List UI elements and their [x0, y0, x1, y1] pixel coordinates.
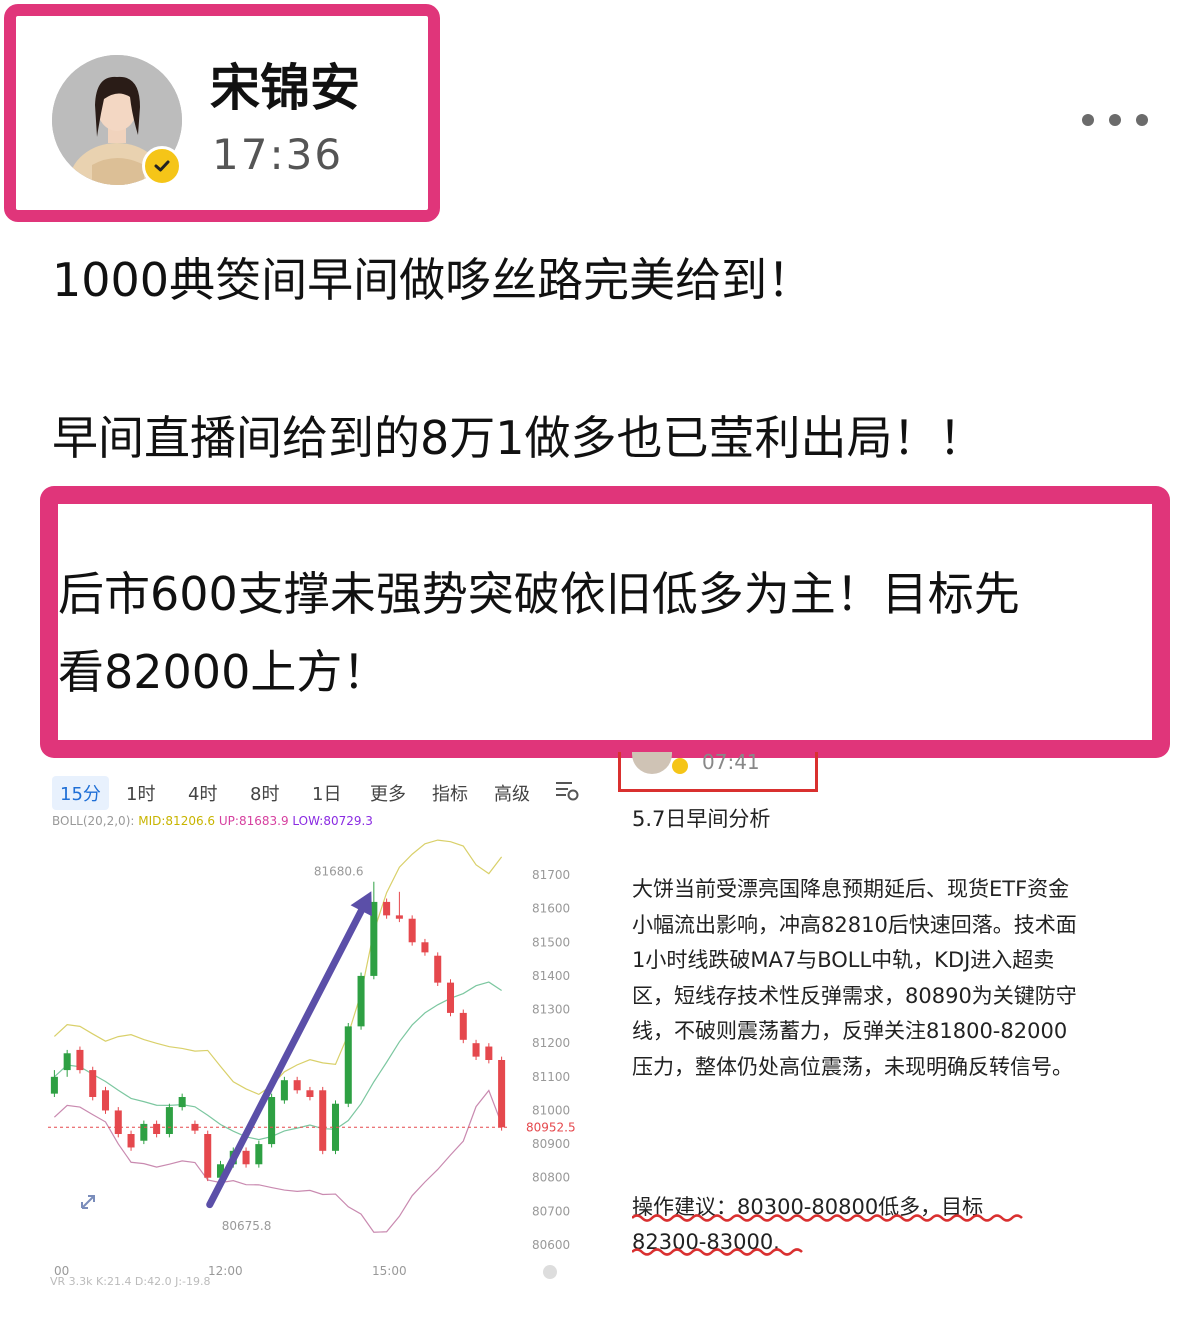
tab-indicators[interactable]: 指标 [424, 776, 476, 810]
analysis-title: 5.7日早间分析 [632, 807, 771, 831]
candle-body [255, 1144, 263, 1165]
candle-body [319, 1090, 327, 1151]
y-tick-label: 80900 [532, 1137, 570, 1151]
candle-body [498, 1060, 506, 1128]
y-tick-label: 81000 [532, 1103, 570, 1117]
y-tick-label: 81300 [532, 1003, 570, 1017]
candle-body [472, 1043, 480, 1057]
candle-body [395, 915, 403, 919]
indicator-readout-partial: VR 3.3k K:21.4 D:42.0 J:-19.8 [50, 1275, 211, 1288]
post-time: 17:36 [212, 130, 344, 179]
candle-body [383, 901, 391, 916]
more-dots-icon[interactable] [1082, 105, 1148, 135]
high-price-label: 81680.6 [314, 865, 364, 879]
y-tick-label: 81700 [532, 868, 570, 882]
candle-body [459, 1012, 467, 1040]
tab-more[interactable]: 更多 [362, 776, 414, 810]
candle-body [242, 1150, 250, 1165]
boll-readout: BOLL(20,2,0): MID:81206.6 UP:81683.9 LOW… [52, 814, 373, 828]
analysis-body: 大饼当前受漂亮国降息预期延后、现货ETF资金 小幅流出影响，冲高82810后快速… [632, 877, 1077, 1079]
red-underline-annotation [632, 1214, 1023, 1256]
tab-advanced[interactable]: 高级 [486, 776, 538, 810]
low-price-label: 80675.8 [222, 1219, 272, 1233]
y-tick-label: 81600 [532, 902, 570, 916]
y-tick-label: 81400 [532, 969, 570, 983]
y-tick-label: 81500 [532, 935, 570, 949]
y-tick-label: 80800 [532, 1171, 570, 1185]
snip-verified-icon [672, 758, 688, 774]
candle-body [306, 1090, 314, 1097]
post-line-2: 早间直播间给到的8万1做多也已莹利出局！！ [52, 411, 985, 465]
chart-tab-bar: 15分 1时 4时 8时 1日 更多 指标 高级 [48, 770, 588, 810]
candle-body [280, 1080, 288, 1101]
candle-body [204, 1134, 212, 1178]
x-tick-label: 15:00 [372, 1264, 407, 1278]
candle-body [344, 1026, 352, 1104]
expand-icon[interactable] [81, 1195, 95, 1209]
candle-body [178, 1097, 186, 1108]
verified-check-icon [142, 146, 182, 186]
candle-body [140, 1123, 148, 1141]
tab-15m[interactable]: 15分 [52, 776, 109, 810]
y-tick-label: 80700 [532, 1204, 570, 1218]
candlestick-chart[interactable]: 81700 81600 81500 81400 81300 81200 81100 81000… [48, 830, 608, 1290]
candle-body [268, 1097, 276, 1145]
candle-body [50, 1076, 58, 1094]
candle-body [114, 1110, 122, 1134]
candle-body [357, 975, 365, 1027]
candle-body [434, 955, 442, 983]
tab-8h[interactable]: 8时 [242, 776, 287, 810]
y-tick-label: 81100 [532, 1070, 570, 1084]
current-price-label: 80952.5 [526, 1120, 576, 1134]
candle-body [408, 918, 416, 943]
candle-body [165, 1107, 173, 1134]
x-tick-label: 12:00 [208, 1264, 243, 1278]
tab-1h[interactable]: 1时 [118, 776, 163, 810]
chart-settings-icon[interactable] [554, 778, 580, 804]
post-line-1: 1000典筊间早间做哆丝路完美给到！ [52, 253, 814, 307]
snip-time: 07:41 [702, 750, 760, 774]
candle-body [421, 942, 429, 953]
candle-body [485, 1046, 493, 1060]
candle-body [293, 1080, 301, 1091]
chart-scroll-icon [543, 1265, 557, 1279]
tab-4h[interactable]: 4时 [180, 776, 225, 810]
post-highlight-line-2: 看82000上方！ [58, 645, 389, 699]
y-tick-label: 80600 [532, 1238, 570, 1252]
author-name[interactable]: 宋锦安 [210, 58, 360, 118]
candle-body [101, 1090, 110, 1111]
candle-body [153, 1123, 161, 1134]
y-tick-label: 81200 [532, 1036, 570, 1050]
tab-1d[interactable]: 1日 [304, 776, 349, 810]
post-highlight-line-1: 后市600支撑未强势突破依旧低多为主！目标先 [58, 567, 1020, 621]
candle-body [63, 1053, 71, 1071]
candle-body [446, 982, 455, 1013]
candle-body [89, 1070, 97, 1097]
trend-arrow [206, 898, 370, 1209]
candle-body [76, 1049, 84, 1071]
candle-body [127, 1134, 135, 1148]
